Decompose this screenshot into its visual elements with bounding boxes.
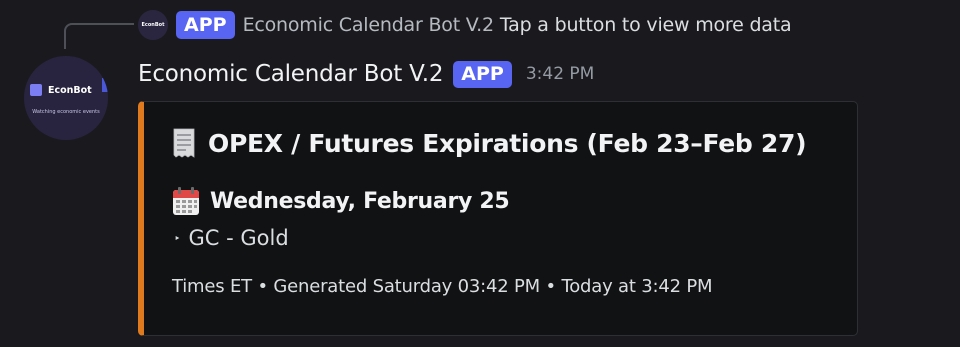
message-embed: OPEX / Futures Expirations (Feb 23–Feb 2…	[138, 101, 858, 336]
message-author[interactable]: Economic Calendar Bot V.2	[138, 61, 443, 87]
reply-text[interactable]: Tap a button to view more data	[500, 14, 792, 36]
chat-view: EconBot APP Economic Calendar Bot V.2 Ta…	[0, 0, 960, 347]
reply-avatar[interactable]: EconBot	[138, 10, 168, 40]
reply-spine	[64, 23, 134, 49]
message-header: Economic Calendar Bot V.2 APP 3:42 PM	[138, 56, 594, 92]
receipt-icon	[172, 128, 196, 158]
bullet-triangle-icon: ‣	[174, 231, 181, 245]
reply-app-badge: APP	[176, 11, 235, 39]
avatar-check-icon	[102, 78, 108, 92]
list-item: ‣ GC - Gold	[174, 226, 289, 250]
embed-title-text: OPEX / Futures Expirations (Feb 23–Feb 2…	[208, 128, 807, 158]
avatar-logo: EconBot	[30, 84, 92, 96]
avatar-logo-text: EconBot	[48, 84, 92, 96]
avatar-tagline: Watching economic events	[32, 109, 100, 115]
message-app-badge: APP	[453, 60, 512, 88]
reply-preview[interactable]: EconBot APP Economic Calendar Bot V.2 Ta…	[138, 8, 792, 42]
embed-footer: Times ET • Generated Saturday 03:42 PM •…	[172, 276, 713, 297]
reply-avatar-text: EconBot	[141, 22, 165, 28]
bot-avatar[interactable]: EconBot Watching economic events	[24, 56, 108, 140]
embed-title: OPEX / Futures Expirations (Feb 23–Feb 2…	[172, 128, 807, 158]
message-timestamp: 3:42 PM	[525, 64, 595, 84]
list-item-text: GC - Gold	[188, 226, 289, 250]
embed-date-text: Wednesday, February 25	[210, 188, 510, 214]
logo-mark-icon	[30, 84, 42, 96]
calendar-icon	[172, 186, 200, 216]
embed-date: Wednesday, February 25	[172, 186, 510, 216]
reply-author[interactable]: Economic Calendar Bot V.2	[243, 14, 495, 36]
